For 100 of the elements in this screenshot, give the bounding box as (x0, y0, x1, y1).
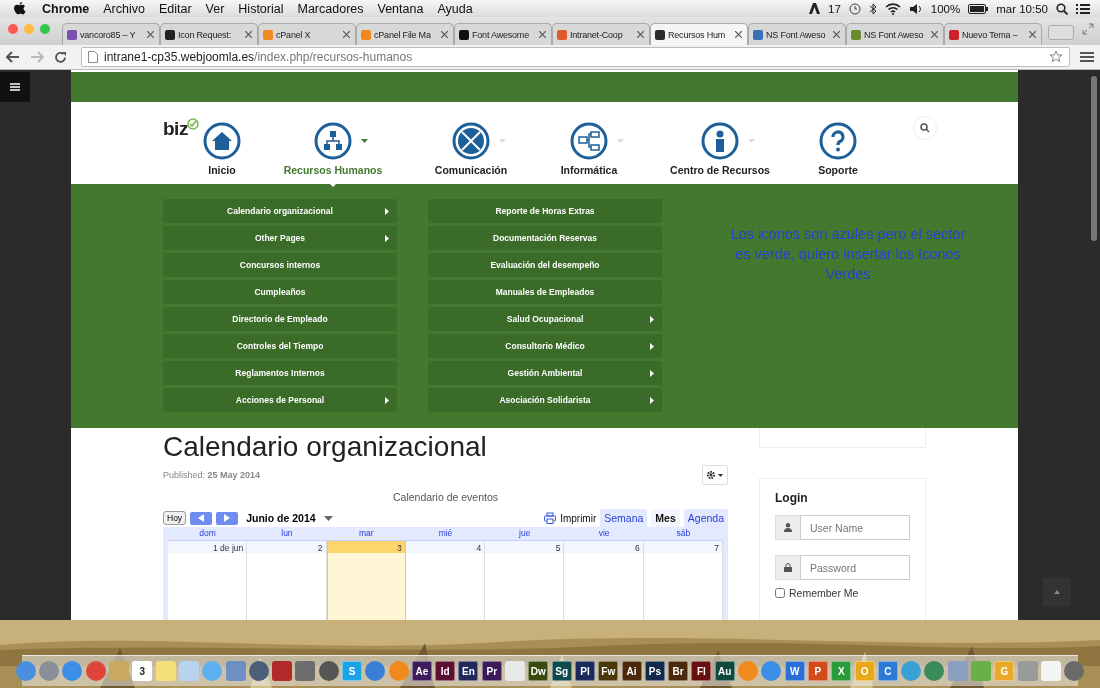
remember-checkbox[interactable] (775, 588, 785, 598)
menu-item[interactable]: Ayuda (437, 1, 473, 16)
menu-item[interactable]: Other Pages (163, 226, 397, 250)
browser-tab[interactable]: Icon Request: (160, 23, 258, 45)
bookmark-star-icon[interactable] (1049, 50, 1063, 64)
clock-icon[interactable] (848, 2, 861, 15)
browser-tab[interactable]: cPanel X (258, 23, 356, 45)
browser-tab[interactable]: NS Font Aweso (748, 23, 846, 45)
nav-item[interactable]: Comunicación (425, 122, 517, 176)
new-tab-button[interactable] (1048, 25, 1074, 40)
fullscreen-icon[interactable] (1082, 23, 1094, 35)
app-icon[interactable]: X (831, 661, 852, 681)
printer-icon[interactable] (544, 512, 557, 524)
back-icon[interactable] (6, 51, 20, 63)
menu-item[interactable]: Calendario organizacional (163, 199, 397, 223)
app-icon[interactable]: Dw (528, 661, 549, 681)
menu-item[interactable]: Ventana (377, 1, 424, 16)
next-button[interactable] (216, 511, 239, 525)
app-icon[interactable]: Ae (411, 661, 432, 681)
volume-icon[interactable] (908, 2, 923, 15)
menu-item[interactable]: Salud Ocupacional (428, 307, 662, 331)
nav-item[interactable]: Soporte (779, 122, 897, 176)
close-tab-icon[interactable] (441, 30, 449, 39)
browser-tab[interactable]: vancoro85 – Y (62, 23, 160, 45)
caret-icon[interactable] (323, 515, 333, 521)
menu-item[interactable]: Archivo (103, 1, 145, 16)
close-tab-icon[interactable] (833, 30, 841, 39)
password-field[interactable]: Password (800, 555, 910, 580)
clock-text[interactable]: mar 10:50 (996, 2, 1048, 15)
menu-item[interactable]: Controles del Tiempo (163, 334, 397, 358)
settings-button[interactable] (702, 465, 728, 485)
close-tab-icon[interactable] (735, 30, 743, 39)
month-dropdown[interactable]: Junio de 2014 (246, 512, 316, 524)
day-cell[interactable]: 3 (326, 541, 406, 620)
nav-item[interactable]: Centro de Recursos (661, 122, 779, 176)
day-cell[interactable]: 7 (643, 541, 723, 620)
view-tab[interactable]: Mes (651, 509, 680, 527)
browser-tab[interactable]: Recursos Hum (650, 23, 748, 45)
menu-item[interactable]: Gestión Ambiental (428, 361, 662, 385)
app-icon[interactable] (225, 661, 246, 681)
view-tab[interactable]: Agenda (683, 509, 728, 527)
app-icon[interactable]: 3 (132, 661, 153, 681)
browser-tab[interactable]: Font Awesome (454, 23, 552, 45)
forward-icon[interactable] (30, 51, 44, 63)
app-icon[interactable]: Ps (644, 661, 665, 681)
menu-toggle-button[interactable] (0, 72, 30, 102)
app-icon[interactable]: Pl (574, 661, 595, 681)
browser-tab[interactable]: Intranet-Coop (552, 23, 650, 45)
battery-icon[interactable] (968, 3, 989, 14)
close-tab-icon[interactable] (245, 30, 253, 39)
app-icon[interactable]: Fl (691, 661, 712, 681)
wifi-icon[interactable] (884, 2, 901, 15)
close-window-button[interactable] (8, 24, 18, 34)
scrollbar-thumb[interactable] (1091, 76, 1097, 241)
menu-item[interactable]: Editar (158, 1, 192, 16)
menu-item[interactable]: Historial (238, 1, 284, 16)
address-bar[interactable]: intrane1-cp35.webjoomla.es/index.php/recursos-humanos (81, 47, 1070, 67)
menu-item[interactable]: Directorio de Empleado (163, 307, 397, 331)
app-icon[interactable]: W (784, 661, 805, 681)
view-tab[interactable]: Semana (600, 509, 648, 527)
app-icon[interactable]: Sg (551, 661, 572, 681)
menu-item[interactable]: Evaluación del desempeño (428, 253, 662, 277)
app-icon[interactable] (272, 661, 293, 681)
bluetooth-icon[interactable] (868, 2, 877, 15)
menu-item[interactable]: Cumpleaños (163, 280, 397, 304)
username-field[interactable]: User Name (800, 515, 910, 540)
logo[interactable]: biz (163, 118, 199, 140)
today-button[interactable]: Hoy (163, 511, 187, 525)
browser-tab[interactable]: cPanel File Ma (356, 23, 454, 45)
print-link[interactable]: Imprimir (560, 512, 597, 524)
menu-item[interactable]: Reglamentos Internos (163, 361, 397, 385)
adobe-icon[interactable] (809, 3, 820, 14)
reload-icon[interactable] (54, 50, 67, 64)
app-icon[interactable]: Br (668, 661, 689, 681)
menu-item[interactable]: Acciones de Personal (163, 388, 397, 412)
nav-item[interactable]: Informática (517, 122, 661, 176)
menu-item[interactable]: Consultorio Médico (428, 334, 662, 358)
day-cell[interactable]: 1 de jun (168, 541, 248, 620)
search-icon[interactable] (1056, 2, 1068, 15)
browser-tab[interactable]: NS Font Aweso (846, 23, 944, 45)
close-tab-icon[interactable] (931, 30, 939, 39)
close-tab-icon[interactable] (147, 30, 155, 39)
menu-item[interactable]: Documentación Reservas (428, 226, 662, 250)
menu-item[interactable]: Manuales de Empleados (428, 280, 662, 304)
browser-tab[interactable]: Nuevo Tema – (944, 23, 1042, 45)
nav-item[interactable]: Inicio (203, 122, 241, 176)
app-icon[interactable]: En (458, 661, 479, 681)
menu-item[interactable]: Chrome (42, 1, 90, 16)
menu-item[interactable]: Asociación Solidarista (428, 388, 662, 412)
previous-button[interactable] (190, 511, 213, 525)
day-cell[interactable]: 5 (485, 541, 565, 620)
apple-icon[interactable] (14, 1, 26, 16)
app-icon[interactable]: Ai (621, 661, 642, 681)
day-cell[interactable]: 4 (405, 541, 486, 620)
app-icon[interactable]: C (877, 661, 898, 681)
close-tab-icon[interactable] (637, 30, 645, 39)
close-tab-icon[interactable] (343, 30, 351, 39)
menu-item[interactable]: Marcadores (297, 1, 364, 16)
close-tab-icon[interactable] (1029, 30, 1037, 39)
nav-item[interactable]: Recursos Humanos (241, 122, 425, 176)
